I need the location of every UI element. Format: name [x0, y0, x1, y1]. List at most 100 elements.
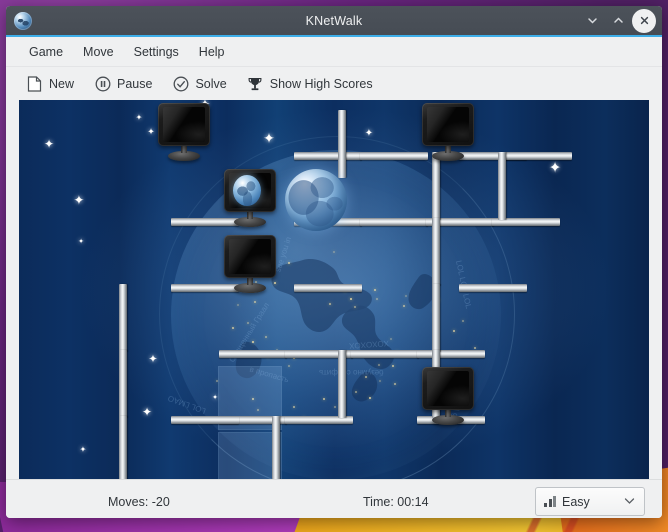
game-board-area: ✦✦✦✦✦✦✦✦✦✦✦✦✦ Священный Граалsee you inL… [6, 100, 662, 479]
solve-button[interactable]: Solve [168, 72, 236, 95]
cable-segment-horizontal[interactable] [171, 416, 239, 424]
show-high-scores-button[interactable]: Show High Scores [243, 72, 383, 95]
monitor-screen [422, 367, 474, 410]
game-board[interactable]: ✦✦✦✦✦✦✦✦✦✦✦✦✦ Священный Граалsee you inL… [19, 100, 649, 479]
cable-segment-vertical[interactable] [432, 284, 440, 352]
chevron-down-icon [623, 494, 636, 510]
difficulty-value: Easy [562, 495, 590, 509]
statusbar: Moves: -20 Time: 00:14 Easy [6, 479, 662, 518]
document-new-icon [26, 75, 43, 92]
menu-item-game[interactable]: Game [20, 42, 72, 62]
cable-segment-horizontal[interactable] [360, 218, 428, 226]
cable-segment-horizontal[interactable] [417, 350, 485, 358]
toolbar: New Pause Solve Show High Scores [6, 67, 662, 100]
star-icon: ✦ [136, 114, 143, 122]
city-light-dot [334, 406, 336, 408]
monitor-screen [158, 103, 210, 146]
bar-chart-icon [544, 496, 556, 507]
cable-segment-horizontal[interactable] [351, 350, 419, 358]
cable-segment-horizontal[interactable] [459, 284, 527, 292]
cable-segment-vertical[interactable] [119, 350, 127, 418]
city-light-dot [265, 336, 267, 338]
cable-segment-horizontal[interactable] [360, 152, 428, 160]
moves-counter: Moves: -20 [108, 495, 170, 509]
screen-gloss-secondary [427, 107, 470, 142]
star-icon: ✦ [148, 355, 157, 366]
menu-item-move[interactable]: Move [74, 42, 123, 62]
screen-gloss-secondary [163, 107, 206, 142]
pause-button[interactable]: Pause [90, 72, 162, 95]
cable-segment-vertical[interactable] [338, 350, 346, 418]
window-title: KNetWalk [6, 14, 662, 28]
show-high-scores-label: Show High Scores [270, 77, 373, 91]
monitor-stand [445, 145, 451, 153]
monitor-stand [247, 211, 253, 219]
star-icon: ✦ [147, 128, 155, 137]
network-server-node[interactable] [285, 169, 347, 231]
star-icon: ✦ [74, 194, 85, 207]
monitor-screen [422, 103, 474, 146]
monitor-stand [445, 409, 451, 417]
city-light-dot [394, 383, 396, 385]
network-client-disconnected[interactable] [422, 367, 474, 425]
network-client-disconnected[interactable] [422, 103, 474, 161]
pause-icon [94, 75, 111, 92]
menu-item-help[interactable]: Help [190, 42, 234, 62]
city-light-dot [369, 397, 371, 399]
cable-segment-vertical[interactable] [432, 218, 440, 286]
network-client-connected[interactable] [224, 169, 276, 227]
star-icon: ✦ [80, 446, 87, 454]
network-client-disconnected[interactable] [224, 235, 276, 293]
monitor-screen [224, 169, 276, 212]
cable-segment-horizontal[interactable] [294, 284, 362, 292]
network-client-disconnected[interactable] [158, 103, 210, 161]
maximize-button[interactable] [606, 9, 630, 33]
minimize-button[interactable] [580, 9, 604, 33]
pause-label: Pause [117, 77, 152, 91]
cable-segment-vertical[interactable] [432, 152, 440, 220]
window-controls [580, 9, 656, 33]
screen-gloss-secondary [229, 239, 272, 274]
monitor-stand [181, 145, 187, 153]
menubar: Game Move Settings Help [6, 37, 662, 67]
cable-segment-horizontal[interactable] [504, 152, 572, 160]
monitor-stand [247, 277, 253, 285]
cable-segment-horizontal[interactable] [294, 152, 362, 160]
cable-segment-vertical[interactable] [338, 110, 346, 178]
difficulty-select[interactable]: Easy [535, 487, 645, 516]
cable-segment-vertical[interactable] [272, 416, 280, 479]
window-titlebar[interactable]: KNetWalk [6, 6, 662, 37]
cable-segment-vertical[interactable] [119, 284, 127, 352]
city-light-dot [254, 301, 256, 303]
close-button[interactable] [632, 9, 656, 33]
star-icon: ✦ [549, 161, 562, 176]
cable-segment-horizontal[interactable] [219, 350, 287, 358]
star-icon: ✦ [365, 129, 373, 139]
city-light-dot [323, 398, 325, 400]
new-game-label: New [49, 77, 74, 91]
cable-segment-vertical[interactable] [498, 152, 506, 220]
solve-label: Solve [195, 77, 226, 91]
star-icon: ✦ [44, 138, 54, 150]
star-icon: ✦ [263, 131, 275, 145]
trophy-icon [247, 75, 264, 92]
time-counter: Time: 00:14 [363, 495, 429, 509]
cable-segment-vertical[interactable] [119, 416, 127, 479]
city-light-dot [374, 289, 376, 291]
city-light-dot [453, 330, 455, 332]
city-light-dot [329, 303, 331, 305]
city-light-dot [379, 380, 381, 382]
knetwalk-window: KNetWalk Game Move Settings Help New [6, 6, 662, 518]
city-light-dot [237, 304, 239, 306]
star-icon: ✦ [142, 406, 152, 418]
check-circle-icon [172, 75, 189, 92]
globe-icon [14, 12, 32, 30]
connected-globe-icon [233, 175, 261, 206]
menu-item-settings[interactable]: Settings [125, 42, 188, 62]
star-icon: ✦ [78, 239, 84, 246]
city-light-dot [390, 338, 392, 340]
watermark-text: безумно серфить [319, 368, 384, 377]
screen-gloss-secondary [427, 371, 470, 406]
new-game-button[interactable]: New [22, 72, 84, 95]
monitor-screen [224, 235, 276, 278]
